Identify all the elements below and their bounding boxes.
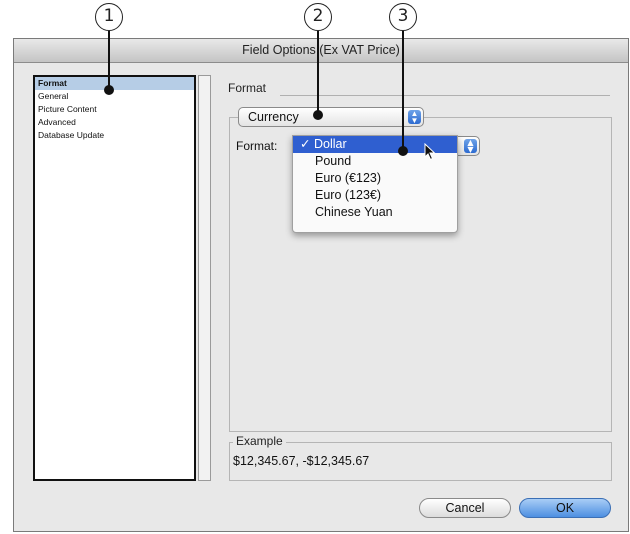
format-label: Format: [236, 139, 278, 153]
up-down-arrows-icon: ▲ ▼ [464, 139, 477, 154]
ok-button[interactable]: OK [519, 498, 611, 518]
list-item-general[interactable]: General [35, 90, 194, 103]
list-item-format[interactable]: Format [35, 77, 194, 90]
menu-item-chinese-yuan[interactable]: Chinese Yuan [293, 204, 457, 221]
callout-2-dot [313, 110, 323, 120]
callout-2-number: 2 [312, 6, 324, 26]
checkmark-icon: ✓ [300, 137, 311, 151]
callout-3: 3 [389, 3, 417, 31]
list-scrollbar[interactable] [198, 75, 211, 481]
example-label: Example [233, 434, 286, 448]
window-title: Field Options (Ex VAT Price) [242, 43, 400, 57]
list-item-advanced[interactable]: Advanced [35, 116, 194, 129]
format-type-value: Currency [248, 110, 299, 124]
menu-item-dollar-label: Dollar [314, 137, 347, 151]
callout-3-line [402, 31, 404, 149]
format-type-popup[interactable]: Currency ▲ ▼ [238, 107, 424, 127]
callout-3-number: 3 [397, 6, 409, 26]
menu-item-euro-prefix[interactable]: Euro (€123) [293, 170, 457, 187]
callout-3-dot [398, 146, 408, 156]
section-divider [280, 95, 610, 96]
list-item-database-update[interactable]: Database Update [35, 129, 194, 142]
up-down-arrows-icon: ▲ ▼ [408, 110, 421, 125]
options-category-list[interactable]: Format General Picture Content Advanced … [33, 75, 196, 481]
callout-1-number: 1 [103, 6, 115, 26]
cancel-button[interactable]: Cancel [419, 498, 511, 518]
title-bar[interactable]: Field Options (Ex VAT Price) [14, 39, 628, 63]
callout-2-line [317, 31, 319, 113]
callout-1-dot [104, 85, 114, 95]
mouse-pointer-icon [424, 143, 436, 161]
callout-1: 1 [95, 3, 123, 31]
menu-item-euro-suffix[interactable]: Euro (123€) [293, 187, 457, 204]
list-item-picture-content[interactable]: Picture Content [35, 103, 194, 116]
example-value: $12,345.67, -$12,345.67 [233, 454, 370, 468]
callout-2: 2 [304, 3, 332, 31]
section-title: Format [228, 81, 267, 95]
callout-1-line [108, 31, 110, 89]
